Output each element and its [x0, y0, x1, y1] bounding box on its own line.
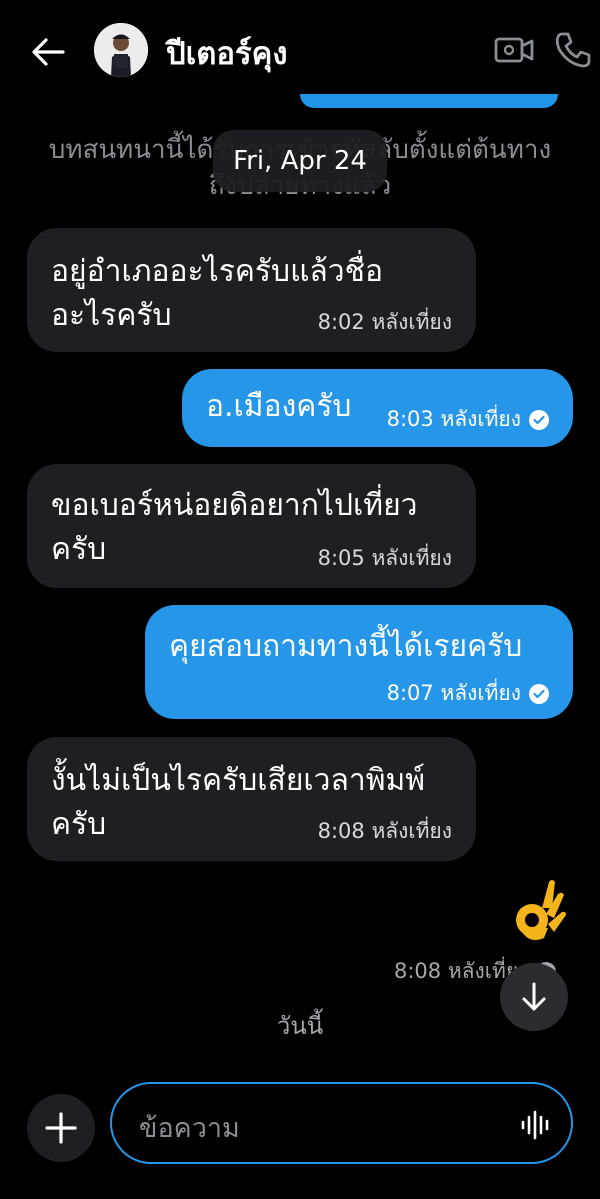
timestamp: 8:02 หลังเที่ยง	[317, 310, 452, 334]
read-check-icon	[529, 683, 549, 704]
date-chip: Fri, Apr 24	[213, 130, 387, 192]
voice-waveform-icon	[521, 1110, 549, 1140]
message-bubble-incoming[interactable]: อยู่อำเภออะไรครับแล้วชื่อ อะไรครับ 8:02 …	[27, 228, 476, 352]
read-check-icon	[529, 409, 549, 430]
timestamp: 8:05 หลังเที่ยง	[317, 546, 452, 570]
person-photo-icon	[94, 23, 148, 77]
video-call-button[interactable]	[494, 32, 534, 68]
message-line: อยู่อำเภออะไรครับแล้วชื่อ	[51, 254, 384, 289]
message-text: อ.เมืองครับ	[206, 389, 352, 424]
avatar[interactable]	[94, 23, 148, 77]
timestamp: 8:07 หลังเที่ยง	[386, 681, 521, 705]
message-time: 8:08 หลังเที่ยง	[318, 815, 452, 848]
message-input-placeholder: ข้อความ	[139, 1113, 240, 1144]
message-time: 8:03 หลังเที่ยง	[387, 403, 549, 436]
message-bubble-incoming[interactable]: งั้นไม่เป็นไรครับเสียเวลาพิมพ์ ครับ 8:08…	[27, 737, 476, 861]
message-text: คุยสอบถามทางนี้ได้เรยครับ	[169, 629, 523, 664]
plus-icon	[45, 1112, 77, 1144]
scroll-to-bottom-button[interactable]	[500, 963, 568, 1031]
previous-message-bubble-edge	[300, 94, 558, 108]
message-bubble-outgoing[interactable]: อ.เมืองครับ 8:03 หลังเที่ยง	[182, 369, 573, 447]
ok-hand-icon	[516, 880, 566, 940]
message-bubble-outgoing[interactable]: คุยสอบถามทางนี้ได้เรยครับ 8:07 หลังเที่ย…	[145, 605, 573, 719]
add-attachment-button[interactable]	[27, 1094, 95, 1162]
voice-call-button[interactable]	[553, 30, 593, 70]
contact-name[interactable]: ปีเตอร์คุง	[166, 28, 288, 78]
message-line: ขอเบอร์หน่อยดิอยากไปเที่ยว	[51, 488, 418, 523]
video-camera-icon	[494, 37, 534, 63]
message-time: 8:05 หลังเที่ยง	[318, 542, 452, 575]
phone-icon	[555, 32, 591, 68]
timestamp: 8:08 หลังเที่ยง	[317, 819, 452, 843]
message-line: งั้นไม่เป็นไรครับเสียเวลาพิมพ์	[51, 763, 426, 798]
back-button[interactable]	[26, 30, 70, 74]
emoji-message-outgoing[interactable]	[508, 878, 568, 948]
message-bubble-incoming[interactable]: ขอเบอร์หน่อยดิอยากไปเที่ยว ครับ 8:05 หลั…	[27, 464, 476, 588]
arrow-left-icon	[32, 38, 65, 66]
message-time: 8:07 หลังเที่ยง	[387, 677, 549, 710]
voice-message-button[interactable]	[520, 1109, 550, 1141]
timestamp: 8:03 หลังเที่ยง	[386, 407, 521, 431]
chat-header: ปีเตอร์คุง	[0, 0, 600, 104]
arrow-down-icon	[522, 982, 546, 1011]
message-input[interactable]: ข้อความ	[110, 1082, 573, 1164]
message-time: 8:02 หลังเที่ยง	[318, 306, 452, 339]
